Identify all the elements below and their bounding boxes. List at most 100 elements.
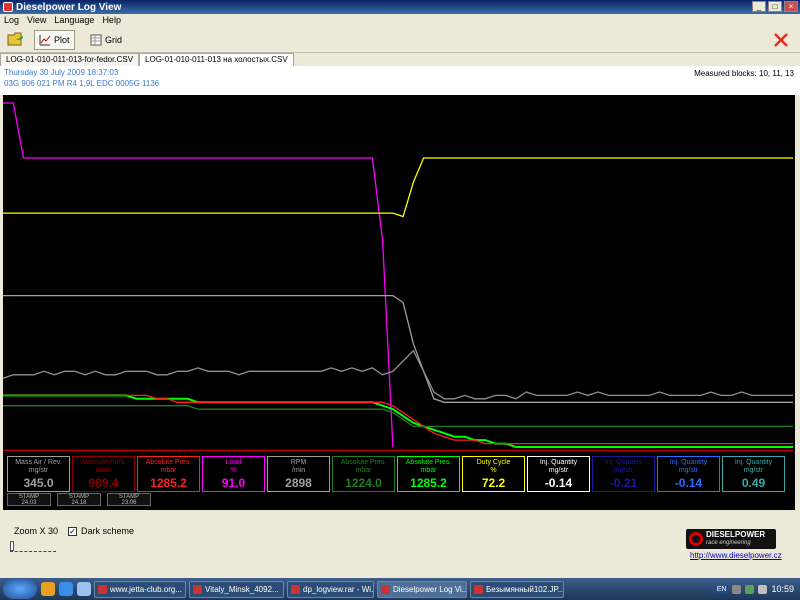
channel-readout[interactable]: Duty Cycle% 72.2 [462,456,525,492]
channel-label: Inj. Quantity [669,459,708,466]
app-icon [3,2,13,12]
channel-readout[interactable]: Absolute Pres. mbar 1285.2 [397,456,460,492]
taskbar-task[interactable]: dp_logview.rar - Wi... [287,580,374,598]
grid-tab-button[interactable]: Grid [86,30,126,50]
plot-icon [39,35,51,46]
minimize-button[interactable]: _ [752,1,766,12]
close-window-button[interactable]: × [784,1,798,12]
plot-area[interactable] [3,95,795,510]
stamp-value: 23.06 [121,500,137,506]
channel-value: -0.14 [544,476,573,490]
channel-readout[interactable]: Absolute Pres. mbar 1224.0 [332,456,395,492]
channel-label: Absolute Pres. [80,459,127,466]
channel-value: 72.2 [481,476,506,490]
tray-network-icon[interactable] [732,584,742,594]
log-plot[interactable] [3,95,795,455]
channel-value: 2898 [285,476,312,490]
task-label: Безымянный102.JP... [486,584,564,594]
channel-unit: mg/str [743,467,764,474]
channel-readout[interactable]: Inj. Quantity mg/str 0.49 [722,456,785,492]
tray-volume-icon[interactable] [758,584,768,594]
maximize-button[interactable]: □ [768,1,782,12]
stamp-value: 24.18 [71,500,87,506]
taskbar-task[interactable]: Безымянный102.JP... [470,580,564,598]
menu-log[interactable]: Log [0,14,23,27]
clock[interactable]: 10:59 [771,584,794,594]
channel-readout[interactable]: Mass Air / Rev. mg/str 345.0 [7,456,70,492]
channel-readout[interactable]: Absolute Pres. mbar 1285.2 [137,456,200,492]
website-link[interactable]: http://www.dieselpower.cz [690,551,782,560]
channel-readouts: Mass Air / Rev. mg/str 345.0 Absolute Pres.… [7,456,794,492]
dark-scheme-toggle[interactable]: ✓ Dark scheme [68,526,134,536]
task-label: dp_logview.rar - Wi... [303,584,374,594]
task-app-icon [474,584,483,594]
measured-blocks: Measured blocks: 10, 11, 13 [694,69,794,78]
quicklaunch-browser-icon[interactable] [59,582,73,596]
channel-unit: % [490,467,497,474]
dark-scheme-checkbox[interactable]: ✓ [68,526,77,536]
dark-scheme-label: Dark scheme [81,526,135,536]
channel-value: -0.14 [674,476,703,490]
app-window: Dieselpower Log View _ □ × Log View Lang… [0,0,800,578]
channel-label: Absolute Pres. [340,459,387,466]
channel-readout[interactable]: Inj. Quantity mg/str -0.14 [657,456,720,492]
stamp-box: STAMP 24.18 [57,493,101,506]
quicklaunch-desktop-icon[interactable] [77,582,91,596]
plot-series-3 [3,294,793,403]
stamp-box: STAMP 24.03 [7,493,51,506]
menu-language[interactable]: Language [50,14,98,27]
stamps: STAMP 24.03 STAMP 24.18 STAMP 23.06 [7,493,151,506]
close-log-icon[interactable] [772,31,790,49]
channel-value: 1285.2 [410,476,447,490]
channel-readout[interactable]: Load% 91.0 [202,456,265,492]
task-app-icon [291,584,300,594]
language-indicator[interactable]: EN [714,585,729,593]
menu-bar: Log View Language Help [0,14,800,27]
task-label: Dieselpower Log Vi... [393,584,467,594]
plot-series-2 [3,157,793,218]
task-app-icon [381,584,390,594]
channel-readout[interactable]: Inj. Quantity mg/str -0.21 [592,456,655,492]
channel-unit: mbar [420,467,437,474]
system-tray: EN 10:59 [709,578,800,600]
channel-unit: mg/str [613,467,634,474]
ecu-info: 03G 906 021 PM R4 1,9L EDC 0005G 1136 [4,79,160,88]
quicklaunch-folder-icon[interactable] [41,582,55,596]
tray-security-icon[interactable] [745,584,755,594]
taskbar-task[interactable]: www.jetta-club.org... [94,580,186,598]
menu-help[interactable]: Help [98,14,125,27]
channel-label: Load [225,459,242,466]
channel-value: 989.4 [88,476,119,490]
file-tab-2[interactable]: LOG-01-010-011-013 на холостых.CSV [139,53,294,66]
title-bar: Dieselpower Log View _ □ × [0,0,800,14]
plot-label: Plot [54,35,70,45]
channel-value: 345.0 [23,476,54,490]
channel-label: Inj. Quantity [734,459,773,466]
grid-label: Grid [105,35,123,45]
channel-value: 1224.0 [345,476,382,490]
channel-value: 91.0 [221,476,246,490]
channel-value: 0.49 [741,476,766,490]
channel-readout[interactable]: Inj. Quantity mg/str -0.14 [527,456,590,492]
channel-readout[interactable]: Absolute Pres. mbar 989.4 [72,456,135,492]
channel-label: RPM [290,459,307,466]
stamp-value: 24.03 [21,500,37,506]
taskbar-task[interactable]: Dieselpower Log Vi... [377,580,467,598]
menu-view[interactable]: View [23,14,50,27]
zoom-slider-thumb[interactable] [10,541,14,551]
channel-label: Absolute Pres. [405,459,452,466]
channel-unit: mbar [355,467,372,474]
zoom-slider[interactable] [10,540,56,552]
channel-label: Absolute Pres. [145,459,192,466]
toolbar: Plot Grid [0,27,800,53]
plot-tab-button[interactable]: Plot [34,30,75,50]
taskbar-task[interactable]: Vitaly_Minsk_4092... [189,580,284,598]
file-tab-1[interactable]: LOG-01-010-011-013-for-fedor.CSV [0,53,140,66]
logo-tagline: race engineering [706,540,751,546]
zoom-readout: Zoom X 30 [14,526,59,536]
channel-label: Inj. Quantity [539,459,578,466]
channel-readout[interactable]: RPM/min 2898 [267,456,330,492]
start-button[interactable] [3,579,37,599]
open-folder-icon[interactable] [7,31,25,47]
channel-unit: mbar [95,467,112,474]
